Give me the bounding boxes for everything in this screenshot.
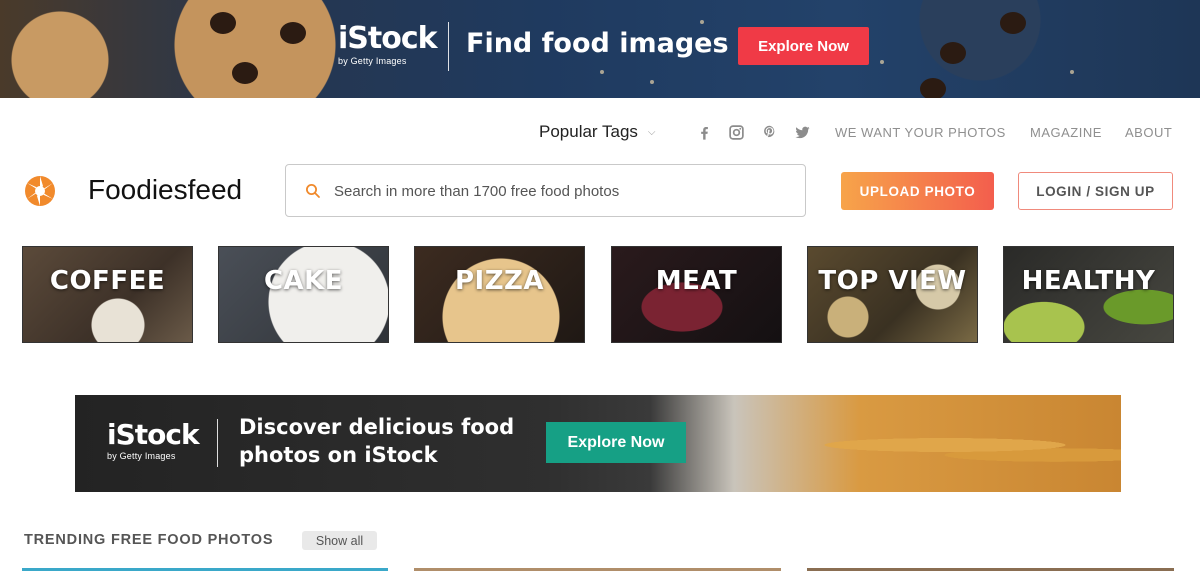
chocolate-chip-decoration: [280, 22, 306, 44]
chocolate-chip-decoration: [920, 78, 946, 98]
search-icon[interactable]: [305, 183, 321, 199]
nav-link-we-want-your-photos[interactable]: WE WANT YOUR PHOTOS: [835, 125, 1006, 140]
login-signup-button[interactable]: LOGIN / SIGN UP: [1018, 172, 1173, 210]
nav-link-magazine[interactable]: MAGAZINE: [1030, 125, 1102, 140]
salt-speck: [880, 60, 884, 64]
category-tile-cake[interactable]: CAKE: [218, 246, 389, 343]
popular-tags-dropdown[interactable]: Popular Tags ⌵: [539, 122, 656, 142]
ad-divider: [448, 22, 449, 71]
istock-logo-subtitle: by Getty Images: [338, 56, 407, 66]
upload-photo-button[interactable]: UPLOAD PHOTO: [841, 172, 994, 210]
top-ad-explore-button[interactable]: Explore Now: [738, 27, 869, 65]
search-bar[interactable]: [285, 164, 806, 217]
nav-link-about[interactable]: ABOUT: [1125, 125, 1172, 140]
mid-ad-headline: Discover delicious food photos on iStock: [239, 413, 514, 469]
show-all-button[interactable]: Show all: [302, 531, 377, 550]
category-tile-meat[interactable]: MEAT: [611, 246, 782, 343]
category-label: COFFEE: [49, 265, 166, 296]
istock-logo-text: iStock: [338, 21, 438, 56]
top-ad-headline: Find food images: [466, 28, 729, 59]
trending-section-title: TRENDING FREE FOOD PHOTOS: [24, 532, 274, 548]
popular-tags-label: Popular Tags: [539, 122, 638, 141]
salt-speck: [600, 70, 604, 74]
category-tile-top-view[interactable]: TOP VIEW: [807, 246, 978, 343]
chocolate-chip-decoration: [940, 42, 966, 64]
mid-ad-headline-line2: photos on iStock: [239, 443, 438, 467]
pinterest-icon[interactable]: [759, 122, 779, 142]
site-logo-text[interactable]: Foodiesfeed: [88, 174, 242, 206]
category-label: PIZZA: [454, 265, 545, 296]
istock-logo: iStock by Getty Images: [338, 21, 438, 67]
category-tile-healthy[interactable]: HEALTHY: [1003, 246, 1174, 343]
category-tile-coffee[interactable]: COFFEE: [22, 246, 193, 343]
salt-speck: [1070, 70, 1074, 74]
category-label: MEAT: [655, 265, 738, 296]
salt-speck: [700, 20, 704, 24]
mid-ad-banner[interactable]: iStock by Getty Images Discover deliciou…: [75, 395, 1121, 492]
foodiesfeed-logo-icon[interactable]: [24, 175, 56, 207]
chocolate-chip-decoration: [1000, 12, 1026, 34]
twitter-icon[interactable]: [792, 122, 812, 142]
chocolate-chip-decoration: [210, 12, 236, 34]
ad-divider: [217, 419, 218, 467]
category-label: HEALTHY: [1021, 265, 1156, 296]
istock-logo-text: iStock: [107, 418, 200, 451]
chevron-down-icon: ⌵: [647, 126, 656, 138]
mid-ad-explore-button[interactable]: Explore Now: [546, 422, 686, 463]
top-ad-banner[interactable]: iStock by Getty Images Find food images …: [0, 0, 1200, 98]
mid-ad-headline-line1: Discover delicious food: [239, 415, 515, 439]
category-label: TOP VIEW: [818, 265, 967, 296]
category-tile-pizza[interactable]: PIZZA: [414, 246, 585, 343]
facebook-icon[interactable]: [694, 122, 714, 142]
istock-logo-subtitle: by Getty Images: [107, 451, 176, 461]
salt-speck: [650, 80, 654, 84]
chocolate-chip-decoration: [232, 62, 258, 84]
category-label: CAKE: [263, 265, 344, 296]
istock-logo: iStock by Getty Images: [107, 418, 200, 462]
search-input[interactable]: [334, 175, 784, 207]
instagram-icon[interactable]: [726, 122, 746, 142]
